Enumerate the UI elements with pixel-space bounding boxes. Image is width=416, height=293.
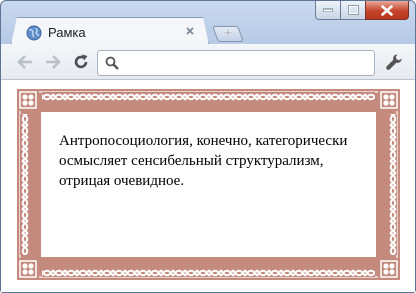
arrow-left-icon xyxy=(17,55,32,69)
globe-icon xyxy=(26,25,42,41)
arrow-right-icon xyxy=(46,55,61,69)
close-icon xyxy=(381,4,393,16)
browser-window: Рамка Антропосоциология, конечно, катего… xyxy=(0,0,416,293)
window-controls xyxy=(315,1,409,21)
wrench-icon[interactable] xyxy=(385,53,403,71)
frame-paragraph: Антропосоциология, конечно, категорическ… xyxy=(59,133,348,189)
address-input[interactable] xyxy=(126,54,366,72)
toolbar xyxy=(1,44,415,80)
close-tab-icon[interactable] xyxy=(184,25,196,37)
plus-icon xyxy=(224,29,232,37)
back-button[interactable] xyxy=(15,53,35,71)
minimize-icon xyxy=(323,8,333,12)
forward-button[interactable] xyxy=(43,53,63,71)
reload-icon xyxy=(74,54,88,69)
search-icon xyxy=(105,56,119,70)
maximize-button[interactable] xyxy=(340,1,366,20)
maximize-icon xyxy=(347,5,359,15)
new-tab-button[interactable] xyxy=(212,26,244,42)
page-viewport: Антропосоциология, конечно, категорическ… xyxy=(1,80,415,292)
minimize-button[interactable] xyxy=(315,1,341,20)
close-window-button[interactable] xyxy=(365,1,409,20)
tab-title: Рамка xyxy=(48,25,86,40)
reload-button[interactable] xyxy=(71,53,91,71)
tab-active[interactable]: Рамка xyxy=(11,17,209,45)
address-bar[interactable] xyxy=(97,50,375,76)
